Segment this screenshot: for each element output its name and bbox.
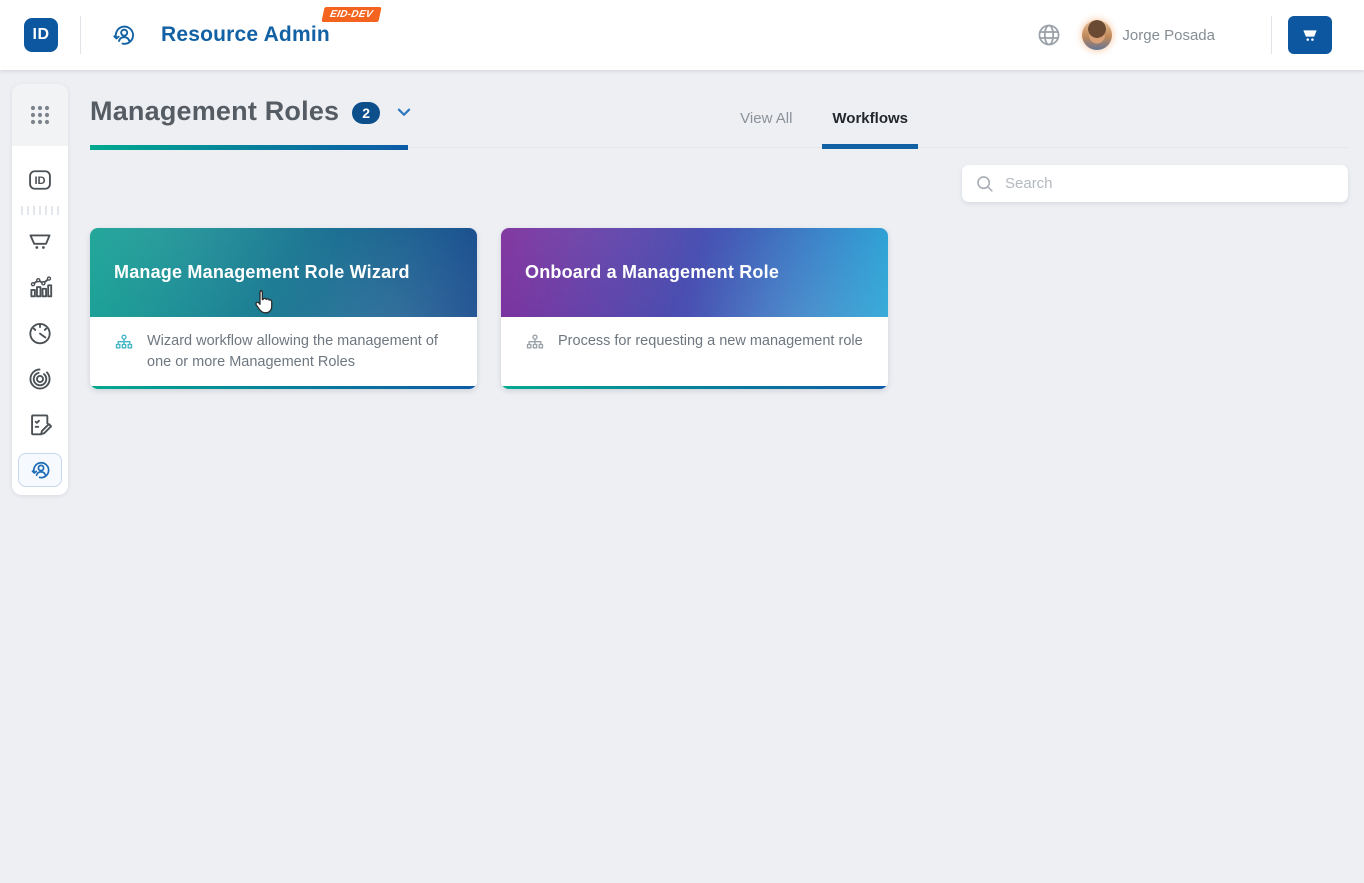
chevron-down-icon[interactable] bbox=[393, 101, 415, 123]
app-title-wrap: Resource Admin EID-DEV bbox=[161, 23, 330, 47]
header-divider bbox=[80, 16, 81, 54]
page-title-block: Management Roles 2 bbox=[90, 96, 415, 127]
card-description: Wizard workflow allowing the management … bbox=[147, 331, 453, 373]
globe-icon[interactable] bbox=[1036, 22, 1062, 48]
cart-icon bbox=[26, 227, 54, 255]
active-tab-indicator bbox=[822, 144, 918, 149]
id-badge-icon: ID bbox=[26, 166, 54, 194]
sidebar-item-resource-admin-active[interactable] bbox=[18, 453, 62, 487]
app-header: ID Resource Admin EID-DEV bbox=[0, 0, 1364, 70]
sidebar-item-identity[interactable]: ID bbox=[26, 166, 54, 194]
resource-admin-icon bbox=[109, 21, 137, 49]
header-divider bbox=[1271, 16, 1272, 54]
analytics-chart-icon bbox=[26, 273, 54, 301]
environment-badge: EID-DEV bbox=[322, 7, 382, 22]
tab-workflows-label: Workflows bbox=[832, 110, 908, 127]
search-row bbox=[90, 165, 1348, 202]
card-header: Manage Management Role Wizard bbox=[90, 228, 477, 317]
page-title-row: Management Roles 2 View All Workflows bbox=[90, 96, 1348, 148]
gauge-icon bbox=[26, 319, 54, 347]
cart-icon bbox=[1300, 25, 1320, 45]
card-body: Wizard workflow allowing the management … bbox=[90, 317, 477, 373]
page-title: Management Roles bbox=[90, 96, 339, 127]
user-name[interactable]: Jorge Posada bbox=[1122, 27, 1215, 44]
user-avatar[interactable] bbox=[1082, 20, 1112, 50]
resource-admin-icon bbox=[28, 458, 52, 482]
fingerprint-icon bbox=[26, 365, 54, 393]
tab-view-all[interactable]: View All bbox=[738, 110, 794, 147]
card-body: Process for requesting a new management … bbox=[501, 317, 888, 353]
card-title: Manage Management Role Wizard bbox=[114, 262, 410, 283]
sidebar-item-analytics[interactable] bbox=[26, 273, 54, 301]
sidebar-item-forms[interactable] bbox=[26, 411, 54, 439]
card-accent-bar bbox=[501, 386, 888, 389]
sidebar-item-apps[interactable] bbox=[12, 84, 68, 146]
search-input[interactable] bbox=[1005, 175, 1336, 192]
sidebar-item-dashboard[interactable] bbox=[26, 319, 54, 347]
org-chart-icon bbox=[525, 333, 545, 353]
apps-grid-icon bbox=[28, 103, 52, 127]
sidebar-separator bbox=[21, 206, 59, 215]
app-title: Resource Admin bbox=[161, 23, 330, 47]
tabs: View All Workflows bbox=[738, 110, 910, 147]
card-manage-management-role-wizard[interactable]: Manage Management Role Wizard Wizard bbox=[90, 228, 477, 389]
tab-workflows[interactable]: Workflows bbox=[830, 110, 910, 147]
card-accent-bar bbox=[90, 386, 477, 389]
app-logo[interactable]: ID bbox=[24, 18, 58, 52]
org-chart-icon bbox=[114, 333, 134, 353]
title-gradient-underline bbox=[90, 145, 408, 150]
card-onboard-a-management-role[interactable]: Onboard a Management Role Process for bbox=[501, 228, 888, 389]
search-box bbox=[962, 165, 1348, 202]
card-header: Onboard a Management Role bbox=[501, 228, 888, 317]
card-description: Process for requesting a new management … bbox=[558, 331, 863, 352]
app-logo-text: ID bbox=[33, 26, 50, 44]
main-content: Management Roles 2 View All Workflows bbox=[90, 70, 1348, 389]
id-badge-icon-text: ID bbox=[34, 175, 45, 187]
sidebar-item-fingerprint[interactable] bbox=[26, 365, 54, 393]
sidebar-item-shopping-cart[interactable] bbox=[26, 227, 54, 255]
form-edit-icon bbox=[26, 411, 54, 439]
search-icon bbox=[974, 173, 996, 195]
header-right: Jorge Posada bbox=[1036, 16, 1332, 54]
count-badge: 2 bbox=[352, 102, 380, 124]
sidebar: ID bbox=[12, 84, 68, 495]
cart-button[interactable] bbox=[1288, 16, 1332, 54]
card-title: Onboard a Management Role bbox=[525, 262, 779, 283]
workflow-cards: Manage Management Role Wizard Wizard bbox=[90, 228, 1348, 389]
